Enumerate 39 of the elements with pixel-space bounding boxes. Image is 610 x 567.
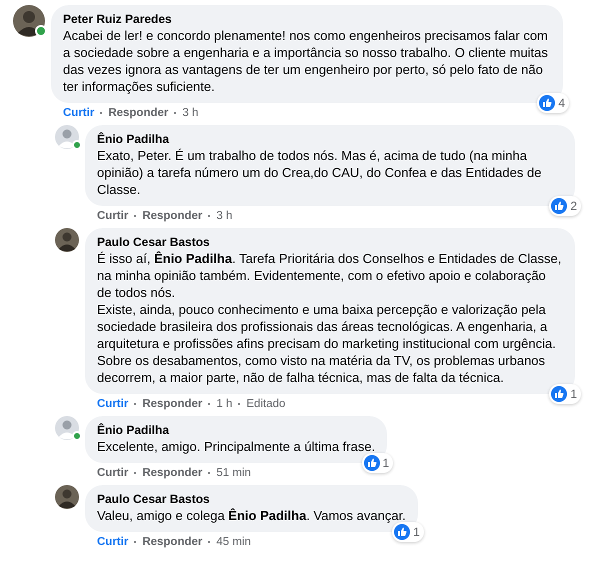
comment-time[interactable]: 51 min [216, 466, 251, 480]
like-link[interactable]: Curtir [97, 209, 128, 223]
like-link[interactable]: Curtir [97, 535, 128, 549]
thumbs-up-icon [394, 524, 410, 540]
comment-text: Exato, Peter. É um trabalho de todos nós. Mas é, acima de tudo (na minha opinião) a tarefa número um do Crea,do CAU, do Confea e das Entidades de Classe. [97, 147, 542, 198]
comment-text: É isso aí, Ênio Padilha. Tarefa Prioritária dos Conselhos e Entidades de Classe, na minha opinião também. Evidentemente, com o efetivo apoio e colaboração de todos nós. Existe, ainda, pouco conhecimento e uma baixa percepção e valorização pela sociedade brasileira dos profissionais das áreas tecnológicas. A engenharia, a arquitetura e profissões afins precisam do marketing institucional com urgência. Sobre os desabamentos, como visto na matéria da TV, os problemas urbanos decorrem, a maior parte, não de falha técnica, mas de falta da técnica. [97, 250, 562, 386]
comment-text: Acabei de ler! e concordo plenamente! nos como engenheiros precisamos falar com a sociedade sobre a engenharia e a importância so nosso trabalho. O cliente muitas das vezes ignora as vantagens de ter um engenheiro por perto, só pelo fato de não ter informações suficiente. [63, 27, 549, 95]
comment-time[interactable]: 3 h [182, 106, 198, 120]
like-link[interactable]: Curtir [63, 106, 94, 120]
reply-link[interactable]: Responder [142, 209, 202, 223]
author-name[interactable]: Ênio Padilha [97, 132, 563, 147]
avatar[interactable] [55, 228, 79, 252]
reply-link[interactable]: Responder [142, 466, 202, 480]
reaction-count[interactable]: 1 [549, 384, 581, 404]
reply-link[interactable]: Responder [142, 535, 202, 549]
comment-time[interactable]: 45 min [216, 535, 251, 549]
reaction-count[interactable]: 1 [362, 453, 394, 473]
thumbs-up-icon [551, 198, 568, 214]
reply-link[interactable]: Responder [142, 397, 202, 411]
edited-label: Editado [246, 397, 286, 411]
reaction-count[interactable]: 2 [549, 196, 581, 216]
like-link[interactable]: Curtir [97, 397, 128, 411]
comment-text: Excelente, amigo. Principalmente a última frase. [97, 438, 376, 455]
avatar[interactable] [13, 5, 45, 37]
comment-time[interactable]: 1 h [216, 397, 232, 411]
reaction-count[interactable]: 4 [537, 93, 569, 113]
thumbs-up-icon [551, 386, 568, 402]
author-name[interactable]: Peter Ruiz Paredes [63, 12, 551, 27]
reaction-count[interactable]: 1 [392, 522, 424, 542]
author-name[interactable]: Paulo Cesar Bastos [97, 492, 406, 507]
reply-link[interactable]: Responder [108, 106, 168, 120]
thumbs-up-icon [539, 95, 556, 111]
comment-text: Valeu, amigo e colega Ênio Padilha. Vamos avançar. [97, 507, 406, 524]
avatar[interactable] [55, 485, 79, 509]
thumbs-up-icon [364, 455, 380, 471]
like-link[interactable]: Curtir [97, 466, 128, 480]
comment-time[interactable]: 3 h [216, 209, 232, 223]
author-name[interactable]: Ênio Padilha [97, 423, 376, 438]
author-name[interactable]: Paulo Cesar Bastos [97, 235, 563, 250]
